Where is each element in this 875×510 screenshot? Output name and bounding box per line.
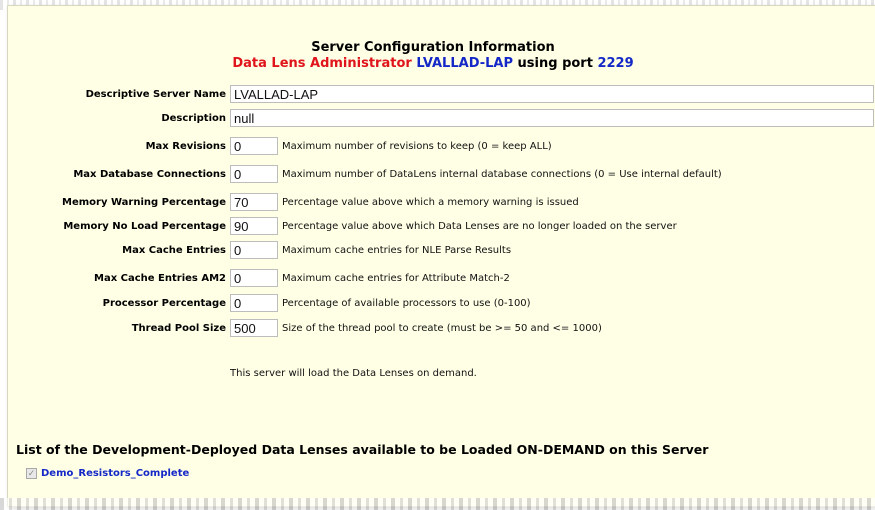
field-label: Max Cache Entries (122, 244, 226, 256)
field-row-thread-pool-size: Thread Pool Size 500 Size of the thread … (8, 318, 602, 338)
max-cache-entries-am2-input[interactable]: 0 (230, 269, 278, 287)
lens-checkbox[interactable]: ✓ (26, 468, 37, 479)
port-number: 2229 (597, 56, 634, 71)
on-demand-note: This server will load the Data Lenses on… (230, 368, 477, 379)
field-row-max-database-connections: Max Database Connections 0 Maximum numbe… (8, 164, 722, 184)
max-database-connections-input[interactable]: 0 (230, 165, 278, 183)
field-description: Percentage value above which a memory wa… (282, 196, 579, 208)
field-row-memory-warning-percentage: Memory Warning Percentage 70 Percentage … (8, 192, 579, 212)
field-row-memory-no-load-percentage: Memory No Load Percentage 90 Percentage … (8, 216, 677, 236)
memory-warning-percentage-input[interactable]: 70 (230, 193, 278, 211)
thread-pool-size-input[interactable]: 500 (230, 319, 278, 337)
lens-link[interactable]: Demo_Resistors_Complete (41, 468, 189, 479)
page-header: Server Configuration Information Data Le… (8, 40, 858, 72)
field-description: Maximum number of revisions to keep (0 =… (282, 140, 552, 152)
field-label: Max Cache Entries AM2 (94, 272, 226, 284)
field-label: Max Database Connections (73, 168, 226, 180)
using-port-text: using port (517, 56, 593, 71)
check-icon: ✓ (27, 468, 36, 479)
descriptive-server-name-input[interactable]: LVALLAD-LAP (230, 85, 874, 103)
field-label: Max Revisions (145, 140, 226, 152)
app-name: Data Lens Administrator (232, 56, 412, 71)
field-row-description: Description null (8, 108, 874, 128)
field-row-max-revisions: Max Revisions 0 Maximum number of revisi… (8, 136, 552, 156)
field-row-max-cache-entries: Max Cache Entries 0 Maximum cache entrie… (8, 240, 511, 260)
list-item: ✓ Demo_Resistors_Complete (26, 468, 189, 479)
description-input[interactable]: null (230, 109, 874, 127)
field-description: Percentage of available processors to us… (282, 297, 531, 309)
field-label: Thread Pool Size (131, 322, 226, 334)
field-description: Size of the thread pool to create (must … (282, 322, 602, 334)
field-row-max-cache-entries-am2: Max Cache Entries AM2 0 Maximum cache en… (8, 268, 510, 288)
max-cache-entries-input[interactable]: 0 (230, 241, 278, 259)
field-label: Processor Percentage (102, 297, 226, 309)
field-row-descriptive-server-name: Descriptive Server Name LVALLAD-LAP (8, 84, 874, 104)
field-label: Descriptive Server Name (85, 88, 226, 100)
field-row-processor-percentage: Processor Percentage 0 Percentage of ava… (8, 293, 531, 313)
server-configuration-panel: Server Configuration Information Data Le… (8, 6, 875, 506)
torn-edge-bottom (0, 498, 875, 510)
page-title: Server Configuration Information (311, 40, 555, 55)
memory-no-load-percentage-input[interactable]: 90 (230, 217, 278, 235)
max-revisions-input[interactable]: 0 (230, 137, 278, 155)
lens-list-title: List of the Development-Deployed Data Le… (16, 442, 709, 457)
field-description: Maximum cache entries for Attribute Matc… (282, 272, 510, 284)
field-description: Percentage value above which Data Lenses… (282, 220, 677, 232)
field-label: Memory Warning Percentage (62, 196, 226, 208)
field-description: Maximum number of DataLens internal data… (282, 168, 722, 180)
header-subtitle: Data Lens Administrator LVALLAD-LAP usin… (8, 56, 858, 72)
field-description: Maximum cache entries for NLE Parse Resu… (282, 244, 512, 256)
field-label: Memory No Load Percentage (63, 220, 226, 232)
server-name-link[interactable]: LVALLAD-LAP (416, 56, 513, 71)
field-label: Description (161, 112, 226, 124)
processor-percentage-input[interactable]: 0 (230, 294, 278, 312)
